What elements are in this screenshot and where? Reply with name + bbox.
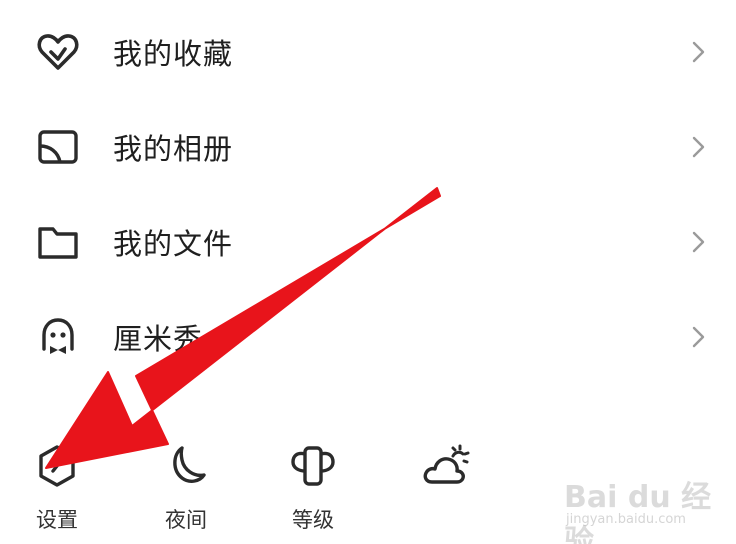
menu-item-favorites[interactable]: 我的收藏 [0, 4, 736, 100]
menu-item-label: 我的收藏 [113, 37, 234, 71]
menu-item-cmshow[interactable]: 厘米秀 [0, 289, 736, 385]
menu-page: 我的收藏 我的相册 我的文件 厘米秀 设置 夜间 等级 Bai du 经验 ji… [0, 0, 736, 544]
folder-icon [36, 220, 80, 264]
weather-icon [423, 444, 470, 484]
weather-button[interactable] [410, 440, 482, 540]
menu-item-label: 我的文件 [113, 227, 234, 261]
menu-item-files[interactable]: 我的文件 [0, 194, 736, 290]
watermark-url: jingyan.baidu.com [566, 512, 686, 527]
menu-item-album[interactable]: 我的相册 [0, 99, 736, 195]
chevron-right-icon [692, 136, 705, 158]
night-mode-button[interactable]: 夜间 [150, 440, 222, 540]
ghost-avatar-icon [36, 315, 80, 359]
menu-item-label: 我的相册 [113, 132, 234, 166]
heart-favorites-icon [36, 30, 80, 74]
settings-hexagon-icon [39, 445, 75, 487]
chevron-right-icon [692, 231, 705, 253]
settings-label: 设置 [36, 508, 78, 532]
chevron-right-icon [692, 326, 705, 348]
night-mode-label: 夜间 [165, 508, 207, 532]
level-crown-icon [291, 446, 335, 486]
level-label: 等级 [292, 508, 334, 532]
menu-item-label: 厘米秀 [113, 322, 204, 356]
level-button[interactable]: 等级 [277, 440, 349, 540]
baidu-jingyan-watermark: Bai du 经验 jingyan.baidu.com [554, 462, 724, 544]
settings-button[interactable]: 设置 [21, 440, 93, 540]
watermark-brand: Bai du 经验 [564, 480, 712, 544]
moon-icon [173, 446, 206, 483]
chevron-right-icon [692, 41, 705, 63]
album-icon [36, 125, 80, 169]
